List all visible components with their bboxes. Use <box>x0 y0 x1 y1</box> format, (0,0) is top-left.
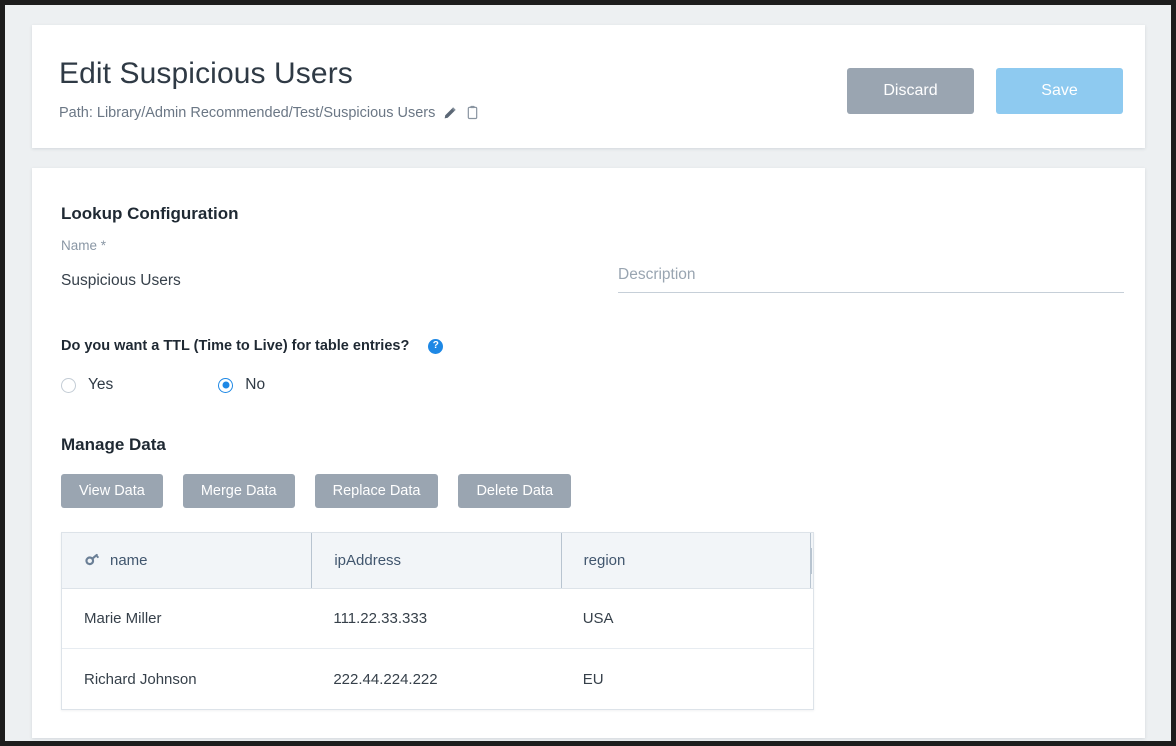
column-header-region[interactable]: region <box>561 533 810 588</box>
cell-region-text: EU <box>583 671 604 688</box>
name-field-value[interactable]: Suspicious Users <box>61 272 621 296</box>
name-field-group: Name * Suspicious Users <box>61 238 621 296</box>
description-field-label <box>618 238 1124 258</box>
column-divider <box>811 548 812 574</box>
ttl-radio-no[interactable]: No <box>218 376 265 394</box>
column-header-region-label: region <box>584 552 626 569</box>
manage-data-buttons: View Data Merge Data Replace Data Delete… <box>61 474 571 508</box>
page-viewport: Edit Suspicious Users Path: Library/Admi… <box>5 5 1171 741</box>
column-header-ipaddress[interactable]: ipAddress <box>311 533 560 588</box>
cell-ipaddress: 111.22.33.333 <box>311 589 560 648</box>
cell-ipaddress-text: 222.44.224.222 <box>333 671 437 688</box>
ttl-radio-group: Yes No <box>61 376 265 394</box>
pencil-icon[interactable] <box>441 104 458 121</box>
page-title: Edit Suspicious Users <box>59 57 353 91</box>
ttl-radio-yes[interactable]: Yes <box>61 376 113 394</box>
lookup-data-table: name ipAddress region <box>61 532 814 710</box>
table-row[interactable]: Richard Johnson 222.44.224.222 EU <box>62 649 813 709</box>
merge-data-button[interactable]: Merge Data <box>183 474 295 508</box>
delete-data-button[interactable]: Delete Data <box>458 474 571 508</box>
replace-data-button[interactable]: Replace Data <box>315 474 439 508</box>
cell-overflow <box>810 649 813 709</box>
cell-region: EU <box>561 649 810 709</box>
lookup-configuration-card: Lookup Configuration Name * Suspicious U… <box>32 168 1145 738</box>
description-input[interactable] <box>618 266 1124 293</box>
ttl-radio-yes-label: Yes <box>88 376 113 394</box>
column-header-ipaddress-label: ipAddress <box>334 552 401 569</box>
cell-name-text: Richard Johnson <box>84 671 197 688</box>
cell-ipaddress-text: 111.22.33.333 <box>333 610 427 627</box>
view-data-button[interactable]: View Data <box>61 474 163 508</box>
radio-mark-yes <box>61 378 76 393</box>
description-field-group <box>618 238 1124 293</box>
column-header-overflow-divider <box>810 533 813 588</box>
ttl-question-row: Do you want a TTL (Time to Live) for tab… <box>61 338 443 354</box>
breadcrumb-path: Path: Library/Admin Recommended/Test/Sus… <box>59 105 435 121</box>
cell-region: USA <box>561 589 810 648</box>
name-field-label: Name * <box>61 238 621 258</box>
key-icon <box>84 550 101 572</box>
help-icon[interactable]: ? <box>428 339 443 354</box>
ttl-radio-no-label: No <box>245 376 265 394</box>
manage-data-title: Manage Data <box>61 435 166 455</box>
header-actions: Discard Save <box>847 68 1123 114</box>
cell-ipaddress: 222.44.224.222 <box>311 649 560 709</box>
breadcrumb: Path: Library/Admin Recommended/Test/Sus… <box>59 104 481 121</box>
discard-button[interactable]: Discard <box>847 68 974 114</box>
save-button[interactable]: Save <box>996 68 1123 114</box>
copy-icon[interactable] <box>464 104 481 121</box>
cell-overflow <box>810 589 813 648</box>
ttl-question-label: Do you want a TTL (Time to Live) for tab… <box>61 338 409 354</box>
cell-name: Marie Miller <box>62 589 311 648</box>
cell-name-text: Marie Miller <box>84 610 162 627</box>
column-header-name[interactable]: name <box>62 533 311 588</box>
header-card: Edit Suspicious Users Path: Library/Admi… <box>32 25 1145 148</box>
cell-name: Richard Johnson <box>62 649 311 709</box>
table-row[interactable]: Marie Miller 111.22.33.333 USA <box>62 589 813 649</box>
cell-region-text: USA <box>583 610 614 627</box>
table-header-row: name ipAddress region <box>62 533 813 589</box>
lookup-configuration-title: Lookup Configuration <box>61 204 239 224</box>
radio-mark-no <box>218 378 233 393</box>
column-header-name-label: name <box>110 552 148 569</box>
